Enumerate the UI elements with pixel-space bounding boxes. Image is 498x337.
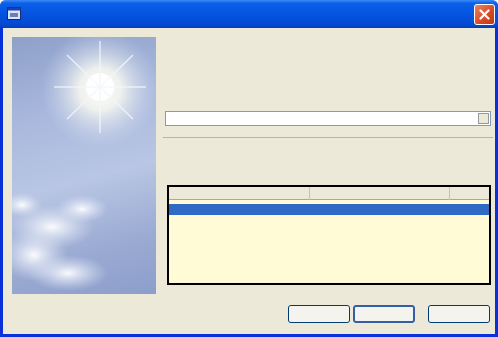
sky-illustration [12,37,156,291]
wizard-sidebar-image [12,37,156,294]
title-bar[interactable] [0,0,498,28]
back-button[interactable] [288,305,350,323]
column-header-2[interactable] [310,187,450,200]
close-button[interactable] [474,4,495,25]
section-divider [163,137,493,138]
column-header-1[interactable] [169,187,310,200]
close-icon [479,9,490,20]
field-dropdown-button[interactable] [478,113,489,124]
wizard-content [163,37,493,294]
current-value-field[interactable] [165,111,491,126]
wizard-window [0,0,498,337]
item-list[interactable] [167,185,491,285]
list-row[interactable] [169,215,489,226]
cancel-button[interactable] [428,305,490,323]
list-header [169,187,489,200]
list-row[interactable] [169,204,489,215]
clouds [12,193,108,291]
next-button[interactable] [353,305,415,323]
window-app-icon [7,7,21,20]
sun-rays [54,41,146,133]
